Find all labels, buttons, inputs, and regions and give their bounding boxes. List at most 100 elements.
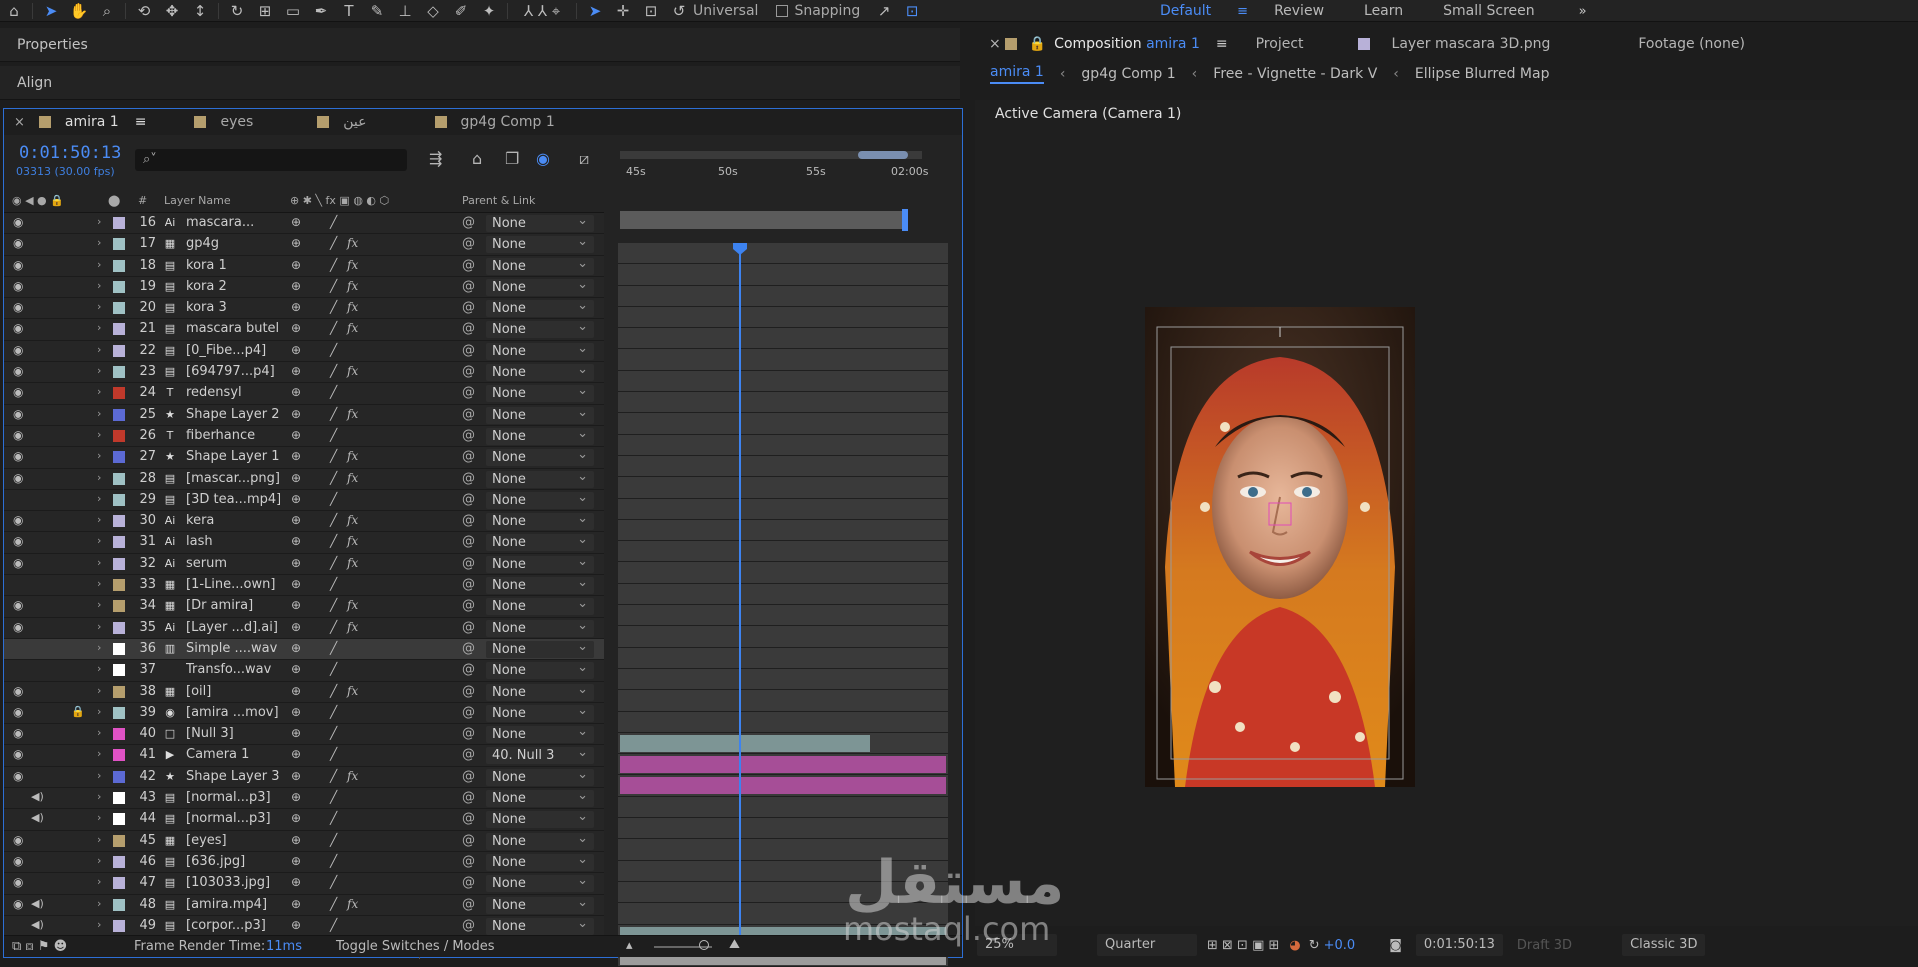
pickwhip-icon[interactable]: @ xyxy=(462,428,475,443)
layer-name[interactable]: [normal...p3] xyxy=(186,811,280,826)
roto-icon[interactable]: ✐ xyxy=(447,0,475,22)
shy-switch-icon[interactable]: ⊕ xyxy=(291,300,301,314)
shy-switch-icon[interactable]: ⊕ xyxy=(291,620,301,634)
quality-switch-icon[interactable]: ╱ xyxy=(330,833,337,847)
parent-dropdown[interactable]: None xyxy=(486,510,594,531)
zoom-slider-thumb[interactable] xyxy=(699,940,709,950)
layer-name[interactable]: [Layer ...d].ai] xyxy=(186,620,280,635)
layer-name[interactable]: mascara butel xyxy=(186,321,280,336)
current-timecode[interactable]: 0:01:50:13 xyxy=(19,143,121,163)
tab-layer[interactable]: Layer mascara 3D.png xyxy=(1378,36,1565,52)
footer-icons[interactable]: ⧉ ⧈ ⚑ ☻ xyxy=(12,939,67,954)
time-ruler[interactable]: 45s 50s 55s 02:00s xyxy=(618,139,948,193)
layer-name[interactable]: [1-Line...own] xyxy=(186,577,280,592)
layer-row[interactable]: ◉ › 21 ▤ mascara butel ⊕ ╱ fx @ None xyxy=(4,318,604,341)
chevron-right-icon[interactable]: › xyxy=(97,428,101,441)
quality-switch-icon[interactable]: ╱ xyxy=(330,471,337,485)
layer-name[interactable]: mascara... xyxy=(186,215,280,230)
chevron-right-icon[interactable]: › xyxy=(97,364,101,377)
label-color-swatch[interactable] xyxy=(113,387,125,400)
eye-icon[interactable]: ◉ xyxy=(13,407,23,421)
draft-3d-icon[interactable]: ⌂ xyxy=(472,149,482,168)
layer-row[interactable]: ◀) › 44 ▤ [normal...p3] ⊕ ╱ @ None xyxy=(4,808,604,831)
layer-name[interactable]: [eyes] xyxy=(186,833,280,848)
fx-switch-icon[interactable]: fx xyxy=(347,407,358,421)
label-color-swatch[interactable] xyxy=(113,728,125,741)
layer-row[interactable]: ◉ › 34 ▦ [Dr amira] ⊕ ╱ fx @ None xyxy=(4,595,604,618)
pickwhip-icon[interactable]: @ xyxy=(462,726,475,741)
eye-icon[interactable]: ◉ xyxy=(13,769,23,783)
layer-row[interactable]: ◉ › 24 Tredensyl ⊕ ╱ @ None xyxy=(4,382,604,405)
close-icon[interactable]: × xyxy=(14,115,25,130)
shy-switch-icon[interactable]: ⊕ xyxy=(291,343,301,357)
parent-dropdown[interactable]: None xyxy=(486,659,594,680)
parent-dropdown[interactable]: None xyxy=(486,574,594,595)
quality-switch-icon[interactable]: ╱ xyxy=(330,300,337,314)
label-color-swatch[interactable] xyxy=(113,344,125,357)
layer-name[interactable]: [3D tea...mp4] xyxy=(186,492,280,507)
layer-row[interactable]: ◉ › 19 ▤ kora 2 ⊕ ╱ fx @ None xyxy=(4,276,604,299)
shy-switch-icon[interactable]: ⊕ xyxy=(291,598,301,612)
parent-dropdown[interactable]: None xyxy=(486,318,594,339)
quality-switch-icon[interactable]: ╱ xyxy=(330,705,337,719)
fx-switch-icon[interactable]: fx xyxy=(347,236,358,250)
quality-switch-icon[interactable]: ╱ xyxy=(330,449,337,463)
shy-switch-icon[interactable]: ⊕ xyxy=(291,471,301,485)
pickwhip-icon[interactable]: @ xyxy=(462,556,475,571)
shy-switch-icon[interactable]: ⊕ xyxy=(291,684,301,698)
layer-name[interactable]: kora 3 xyxy=(186,300,280,315)
quality-switch-icon[interactable]: ╱ xyxy=(330,364,337,378)
layer-duration-bar[interactable] xyxy=(620,734,870,752)
quality-switch-icon[interactable]: ╱ xyxy=(330,790,337,804)
eye-icon[interactable]: ◉ xyxy=(13,556,23,570)
layer-name[interactable]: [103033.jpg] xyxy=(186,875,280,890)
eye-icon[interactable]: ◉ xyxy=(13,471,23,485)
shy-switch-icon[interactable]: ⊕ xyxy=(291,407,301,421)
layer-track[interactable] xyxy=(618,455,948,478)
layer-row[interactable]: ◉ › 31 Ai lash ⊕ ╱ fx @ None xyxy=(4,531,604,554)
label-color-swatch[interactable] xyxy=(113,834,125,847)
layer-row[interactable]: ◉ › 20 ▤ kora 3 ⊕ ╱ fx @ None xyxy=(4,297,604,320)
layer-name[interactable]: kera xyxy=(186,513,280,528)
layer-track[interactable] xyxy=(618,498,948,520)
quality-switch-icon[interactable]: ╱ xyxy=(330,811,337,825)
layer-track[interactable] xyxy=(618,732,948,755)
quality-switch-icon[interactable]: ╱ xyxy=(330,598,337,612)
axis-mode-label[interactable]: Universal xyxy=(693,3,758,19)
viewer-timecode[interactable]: 0:01:50:13 xyxy=(1415,934,1503,956)
eye-icon[interactable]: ◉ xyxy=(13,833,23,847)
parent-dropdown[interactable]: None xyxy=(486,276,594,296)
shy-switch-icon[interactable]: ⊕ xyxy=(291,833,301,847)
quality-switch-icon[interactable]: ╱ xyxy=(330,279,337,293)
quality-switch-icon[interactable]: ╱ xyxy=(330,321,337,335)
move-icon[interactable]: ✛ xyxy=(609,0,637,22)
layer-track[interactable] xyxy=(618,285,948,307)
snapping-checkbox[interactable] xyxy=(776,4,789,17)
comp-frame-image[interactable] xyxy=(1145,307,1415,787)
label-color-swatch[interactable] xyxy=(113,792,125,805)
pickwhip-icon[interactable]: @ xyxy=(462,620,475,635)
pickwhip-icon[interactable]: @ xyxy=(462,811,475,826)
quality-switch-icon[interactable]: ╱ xyxy=(330,556,337,570)
parent-dropdown[interactable]: None xyxy=(486,382,594,403)
chevron-right-icon[interactable]: › xyxy=(97,705,101,718)
chevron-right-icon[interactable]: › xyxy=(97,726,101,739)
eye-icon[interactable]: ◉ xyxy=(13,875,23,889)
breadcrumb-gp4g-comp-1[interactable]: gp4g Comp 1 xyxy=(1081,66,1175,82)
quality-switch-icon[interactable]: ╱ xyxy=(330,492,337,506)
layer-name[interactable]: [694797...p4] xyxy=(186,364,280,379)
label-color-swatch[interactable] xyxy=(113,238,125,251)
fx-switch-icon[interactable]: fx xyxy=(347,364,358,378)
fx-switch-icon[interactable]: fx xyxy=(347,620,358,634)
layer-row[interactable]: ◉ 🔒 › 39 ◉ [amira ...mov] ⊕ ╱ @ None xyxy=(4,702,604,725)
quality-switch-icon[interactable]: ╱ xyxy=(330,534,337,548)
chevron-right-icon[interactable]: › xyxy=(97,492,101,505)
pickwhip-icon[interactable]: @ xyxy=(462,279,475,294)
reset-exposure-icon[interactable]: ↻ xyxy=(1309,938,1320,953)
eye-icon[interactable]: ◉ xyxy=(13,449,23,463)
label-color-swatch[interactable] xyxy=(113,493,125,506)
layer-row[interactable]: ◀) › 43 ▤ [normal...p3] ⊕ ╱ @ None xyxy=(4,787,604,810)
label-color-swatch[interactable] xyxy=(113,600,125,613)
axis-select-icon[interactable]: ➤ xyxy=(581,0,609,22)
pickwhip-icon[interactable]: @ xyxy=(462,300,475,315)
